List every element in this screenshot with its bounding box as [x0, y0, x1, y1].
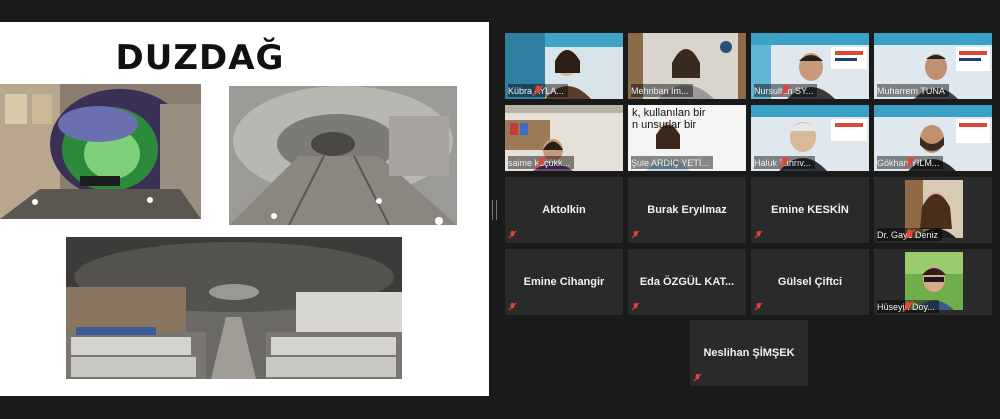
split-view-divider[interactable]	[492, 200, 497, 220]
participant-tile[interactable]: Nursultan SY...	[751, 33, 869, 99]
participant-name: Muharrem TUNA	[877, 85, 945, 96]
participant-tile[interactable]: Emine Cihangir	[505, 249, 623, 315]
muted-mic-icon	[902, 300, 914, 313]
participant-label: Hüseyin Doy...	[877, 300, 939, 313]
participant-label: Kübra AYLA...	[508, 84, 568, 97]
muted-mic-icon	[903, 228, 916, 241]
participant-label: Gökhan YILM...	[877, 156, 944, 169]
participant-tile[interactable]: saime küçükk...	[505, 105, 623, 171]
slide-photo-salt-tunnel	[229, 86, 457, 225]
participant-label	[508, 228, 521, 241]
participant-name: Neslihan ŞİMŞEK	[703, 347, 795, 359]
participant-name: Emine KESKİN	[771, 204, 849, 216]
muted-mic-icon	[532, 84, 544, 97]
participant-name: Aktolkin	[542, 204, 586, 216]
muted-mic-icon	[904, 156, 916, 169]
participant-label: Haluk Tanrıv...	[754, 156, 815, 169]
participant-tile[interactable]: Muharrem TUNA	[874, 33, 992, 99]
participant-label: Muharrem TUNA	[877, 84, 949, 97]
participant-tile[interactable]: Aktolkin	[505, 177, 623, 243]
muted-mic-icon	[508, 302, 517, 311]
participant-label	[754, 228, 767, 241]
participant-tile[interactable]: Hüseyin Doy...	[874, 249, 992, 315]
muted-mic-icon	[778, 156, 791, 169]
participant-label	[508, 300, 521, 313]
participant-label	[693, 371, 706, 384]
participant-name: Şule ARDIÇ YETİ...	[631, 157, 709, 168]
slide-title: DUZDAĞ	[115, 38, 285, 78]
participant-tile[interactable]: Eda ÖZGÜL KAT...	[628, 249, 746, 315]
slide-photo-cave-entrance	[0, 84, 201, 219]
shared-caption-line: k, kullanılan bir	[632, 107, 706, 119]
participant-name: Emine Cihangir	[523, 276, 605, 288]
shared-caption-line: n unsurlar bir	[632, 119, 697, 131]
participant-tile[interactable]: Mehriban Im...	[628, 33, 746, 99]
participant-label	[754, 300, 767, 313]
participant-tile[interactable]: Emine KESKİN	[751, 177, 869, 243]
participant-label: Dr. Gaye Deniz	[877, 228, 943, 241]
muted-mic-icon	[631, 302, 640, 311]
muted-mic-icon	[754, 230, 763, 239]
participant-tile[interactable]: Dr. Gaye Deniz	[874, 177, 992, 243]
muted-mic-icon	[779, 84, 792, 97]
slide-photo-cave-beds	[66, 237, 402, 379]
muted-mic-icon	[508, 230, 517, 239]
muted-mic-icon	[535, 156, 547, 169]
participant-label: saime küçükk...	[508, 156, 575, 169]
participant-label: Şule ARDIÇ YETİ...	[631, 156, 713, 169]
participant-label: Nursultan SY...	[754, 84, 818, 97]
participant-name: Burak Eryılmaz	[647, 204, 727, 216]
participant-label	[631, 300, 644, 313]
participant-tile[interactable]: Gülsel Çiftci	[751, 249, 869, 315]
participant-label: Mehriban Im...	[631, 84, 693, 97]
shared-screen: DUZDAĞ	[0, 22, 489, 396]
muted-mic-icon	[754, 302, 763, 311]
muted-mic-icon	[693, 373, 702, 382]
participant-tile[interactable]: Gökhan YILM...	[874, 105, 992, 171]
participant-tile[interactable]: Burak Eryılmaz	[628, 177, 746, 243]
participant-tile-active-speaker[interactable]: k, kullanılan bir n unsurlar bir Şule AR…	[628, 105, 746, 171]
participant-tile[interactable]: Haluk Tanrıv...	[751, 105, 869, 171]
participant-name: Eda ÖZGÜL KAT...	[639, 276, 735, 288]
participant-name: Gülsel Çiftci	[777, 276, 843, 288]
participant-tile[interactable]: Kübra AYLA...	[505, 33, 623, 99]
participant-name: Mehriban Im...	[631, 85, 689, 96]
participant-label	[631, 228, 644, 241]
participant-tile[interactable]: Neslihan ŞİMŞEK	[690, 320, 808, 386]
muted-mic-icon	[631, 230, 640, 239]
